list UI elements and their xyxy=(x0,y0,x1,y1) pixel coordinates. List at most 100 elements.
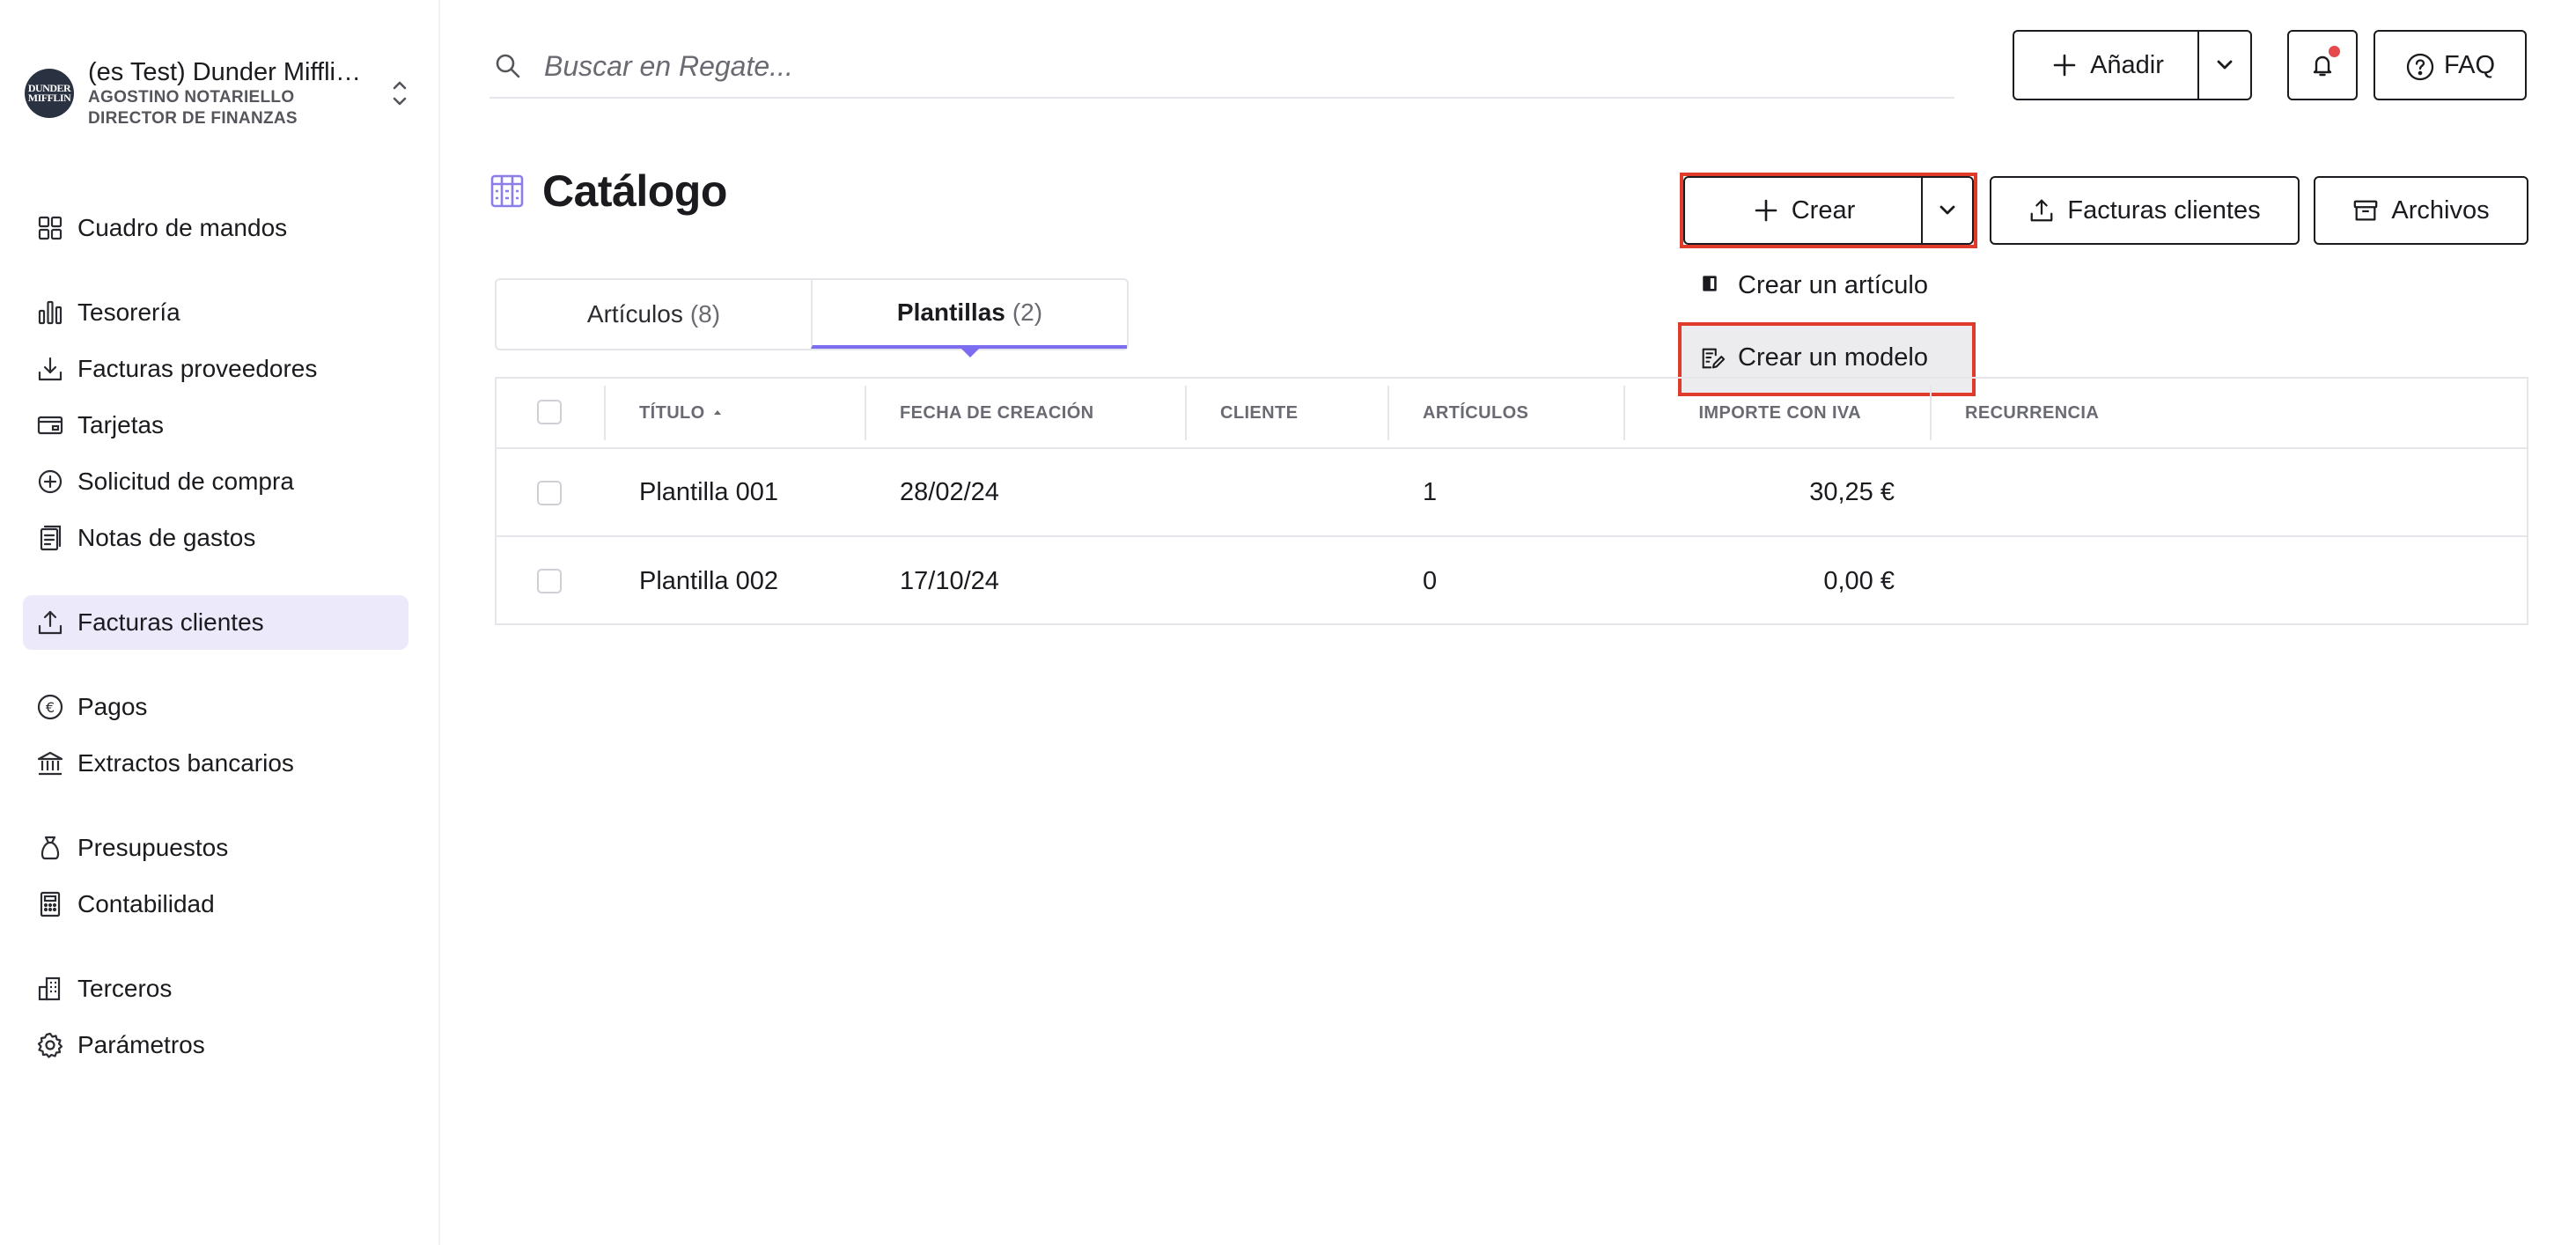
customer-invoices-button-label: Facturas clientes xyxy=(2067,195,2261,225)
cell-title: Plantilla 002 xyxy=(639,566,778,595)
sidebar-item-purchase-request[interactable]: Solicitud de compra xyxy=(23,454,408,509)
sidebar-item-label: Tarjetas xyxy=(77,411,165,438)
search-bar xyxy=(489,35,1954,99)
upload-icon xyxy=(35,608,65,637)
add-button-label: Añadir xyxy=(2090,50,2164,79)
page-title: Catálogo xyxy=(542,166,727,216)
bar-chart-icon xyxy=(35,298,65,328)
sidebar-item-label: Pagos xyxy=(77,693,148,720)
sidebar-item-accounting[interactable]: Contabilidad xyxy=(23,877,408,932)
sidebar-item-label: Solicitud de compra xyxy=(77,468,294,495)
row-checkbox[interactable] xyxy=(537,569,562,593)
user-name: AGOSTINO NOTARIELLO xyxy=(88,88,295,107)
table-header: TÍTULO FECHA DE CREACIÓN CLIENTE ARTÍCUL… xyxy=(497,379,2527,449)
column-header-label: FECHA DE CREACIÓN xyxy=(900,402,1094,423)
search-input[interactable] xyxy=(544,49,1865,83)
add-dropdown-toggle[interactable] xyxy=(2197,30,2252,100)
dashboard-icon xyxy=(35,213,65,243)
upload-icon xyxy=(2028,197,2055,224)
column-divider xyxy=(1387,386,1389,440)
column-header-label: IMPORTE CON IVA xyxy=(1698,402,1861,423)
sidebar-item-treasury[interactable]: Tesorería xyxy=(23,285,408,340)
sidebar-item-expense-notes[interactable]: Notas de gastos xyxy=(23,511,408,565)
menu-item-create-article[interactable]: Crear un artículo xyxy=(1682,250,1974,320)
column-divider xyxy=(1930,386,1932,440)
sidebar-item-label: Facturas proveedores xyxy=(77,355,318,382)
select-all-checkbox[interactable] xyxy=(537,400,562,424)
archives-button[interactable]: Archivos xyxy=(2314,176,2528,245)
download-icon xyxy=(35,354,65,384)
notifications-button[interactable] xyxy=(2287,30,2358,100)
user-role: DIRECTOR DE FINANZAS xyxy=(88,109,298,128)
customer-invoices-button[interactable]: Facturas clientes xyxy=(1990,176,2300,245)
row-checkbox[interactable] xyxy=(537,481,562,505)
sidebar-item-payments[interactable]: € Pagos xyxy=(23,680,408,734)
chevron-down-icon xyxy=(2213,54,2236,77)
cell-amount: 0,00 € xyxy=(1823,566,1895,595)
page-header: Catálogo xyxy=(489,166,727,217)
sidebar-item-label: Facturas clientes xyxy=(77,608,264,636)
table-row[interactable]: Plantilla 001 28/02/24 1 30,25 € xyxy=(497,449,2527,537)
receipt-icon xyxy=(35,523,65,553)
tab-articles[interactable]: Artículos (8) xyxy=(497,280,811,349)
org-logo: DUNDER MIFFLIN xyxy=(25,69,74,118)
sidebar-item-label: Extractos bancarios xyxy=(77,749,294,777)
tab-label: Artículos xyxy=(586,300,683,328)
org-logo-text-2: MIFFLIN xyxy=(27,92,71,104)
table-row[interactable]: Plantilla 002 17/10/24 0 0,00 € xyxy=(497,537,2527,625)
catalog-icon xyxy=(489,173,525,209)
sidebar-item-dashboard[interactable]: Cuadro de mandos xyxy=(23,201,408,255)
column-header-amount[interactable]: IMPORTE CON IVA xyxy=(1641,379,1861,447)
sidebar-item-customer-invoices[interactable]: Facturas clientes xyxy=(23,595,408,650)
column-header-label: ARTÍCULOS xyxy=(1423,402,1529,423)
sidebar-item-settings[interactable]: Parámetros xyxy=(23,1018,408,1072)
sidebar-item-budgets[interactable]: Presupuestos xyxy=(23,821,408,875)
sidebar-item-label: Notas de gastos xyxy=(77,524,256,551)
menu-item-label: Crear un artículo xyxy=(1738,270,1928,299)
tab-templates[interactable]: Plantillas (2) xyxy=(811,280,1127,357)
faq-button-label: FAQ xyxy=(2443,50,2495,79)
sidebar-item-label: Parámetros xyxy=(77,1031,205,1058)
plus-icon xyxy=(2051,52,2078,78)
column-divider xyxy=(1185,386,1187,440)
column-header-creation-date[interactable]: FECHA DE CREACIÓN xyxy=(900,379,1094,447)
euro-icon: € xyxy=(35,692,65,722)
catalog-tabs: Artículos (8) Plantillas (2) xyxy=(495,278,1129,357)
cell-date: 17/10/24 xyxy=(900,566,999,595)
sidebar: DUNDER MIFFLIN (es Test) Dunder Mifflin.… xyxy=(0,0,440,1245)
bank-icon xyxy=(35,748,65,778)
column-header-label: RECURRENCIA xyxy=(1965,402,2100,423)
cell-title: Plantilla 001 xyxy=(639,477,778,506)
column-divider xyxy=(865,386,866,440)
archive-box-icon xyxy=(2352,197,2379,224)
sidebar-item-bank-statements[interactable]: Extractos bancarios xyxy=(23,736,408,791)
card-icon xyxy=(35,410,65,440)
tab-count: (2) xyxy=(1012,298,1043,326)
column-header-client[interactable]: CLIENTE xyxy=(1220,379,1298,447)
add-button[interactable]: Añadir xyxy=(2013,30,2201,100)
sidebar-item-supplier-invoices[interactable]: Facturas proveedores xyxy=(23,342,408,396)
sidebar-item-label: Terceros xyxy=(77,975,173,1002)
sidebar-item-label: Cuadro de mandos xyxy=(77,214,288,241)
faq-button[interactable]: FAQ xyxy=(2374,30,2527,100)
templates-table: TÍTULO FECHA DE CREACIÓN CLIENTE ARTÍCUL… xyxy=(495,377,2528,625)
notification-dot xyxy=(2329,46,2340,57)
sidebar-item-third-parties[interactable]: Terceros xyxy=(23,961,408,1016)
active-tab-indicator xyxy=(960,349,979,357)
calculator-icon xyxy=(35,889,65,919)
column-divider xyxy=(1623,386,1625,440)
column-header-label: CLIENTE xyxy=(1220,402,1299,423)
sidebar-item-label: Tesorería xyxy=(77,298,180,326)
tab-count: (8) xyxy=(689,300,721,328)
chevron-up-down-icon[interactable] xyxy=(387,73,412,114)
column-header-articles[interactable]: ARTÍCULOS xyxy=(1423,379,1528,447)
org-name: (es Test) Dunder Mifflin... xyxy=(88,58,370,86)
sidebar-item-label: Presupuestos xyxy=(77,834,229,861)
column-header-title[interactable]: TÍTULO xyxy=(639,379,723,447)
cell-articles: 0 xyxy=(1423,566,1438,595)
svg-text:€: € xyxy=(46,699,55,716)
org-switcher[interactable]: DUNDER MIFFLIN (es Test) Dunder Mifflin.… xyxy=(25,56,412,130)
column-header-recurrence[interactable]: RECURRENCIA xyxy=(1965,379,2099,447)
help-circle-icon xyxy=(2405,52,2434,81)
sidebar-item-cards[interactable]: Tarjetas xyxy=(23,398,408,453)
